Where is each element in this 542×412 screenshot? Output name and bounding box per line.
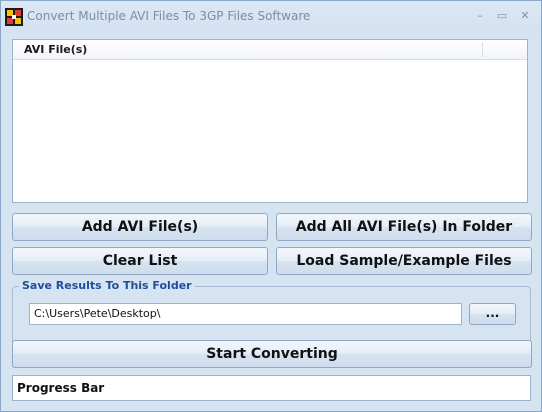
app-window: Convert Multiple AVI Files To 3GP Files … — [0, 0, 542, 412]
add-folder-files-button[interactable]: Add All AVI File(s) In Folder — [276, 213, 532, 241]
file-list-header: AVI File(s) — [13, 40, 527, 60]
browse-folder-button[interactable]: ... — [469, 303, 516, 325]
column-header-avi-files[interactable]: AVI File(s) — [24, 43, 87, 56]
app-icon[interactable] — [5, 8, 23, 26]
add-avi-files-button[interactable]: Add AVI File(s) — [12, 213, 268, 241]
avi-file-list[interactable]: AVI File(s) — [12, 39, 528, 203]
load-sample-files-button[interactable]: Load Sample/Example Files — [276, 247, 532, 275]
save-results-group-title: Save Results To This Folder — [19, 279, 195, 292]
window-title: Convert Multiple AVI Files To 3GP Files … — [27, 9, 311, 23]
title-bar[interactable]: Convert Multiple AVI Files To 3GP Files … — [1, 1, 541, 33]
clear-list-button[interactable]: Clear List — [12, 247, 268, 275]
column-divider[interactable] — [482, 42, 483, 57]
output-folder-field[interactable]: C:\Users\Pete\Desktop\ — [29, 303, 462, 325]
start-converting-button[interactable]: Start Converting — [12, 340, 532, 368]
close-icon[interactable]: ✕ — [514, 7, 536, 25]
minimize-icon[interactable]: – — [469, 7, 491, 25]
maximize-icon[interactable]: ▭ — [491, 7, 513, 25]
progress-bar: Progress Bar — [12, 375, 531, 401]
main-panel: AVI File(s) Add AVI File(s) Add All AVI … — [1, 33, 541, 411]
